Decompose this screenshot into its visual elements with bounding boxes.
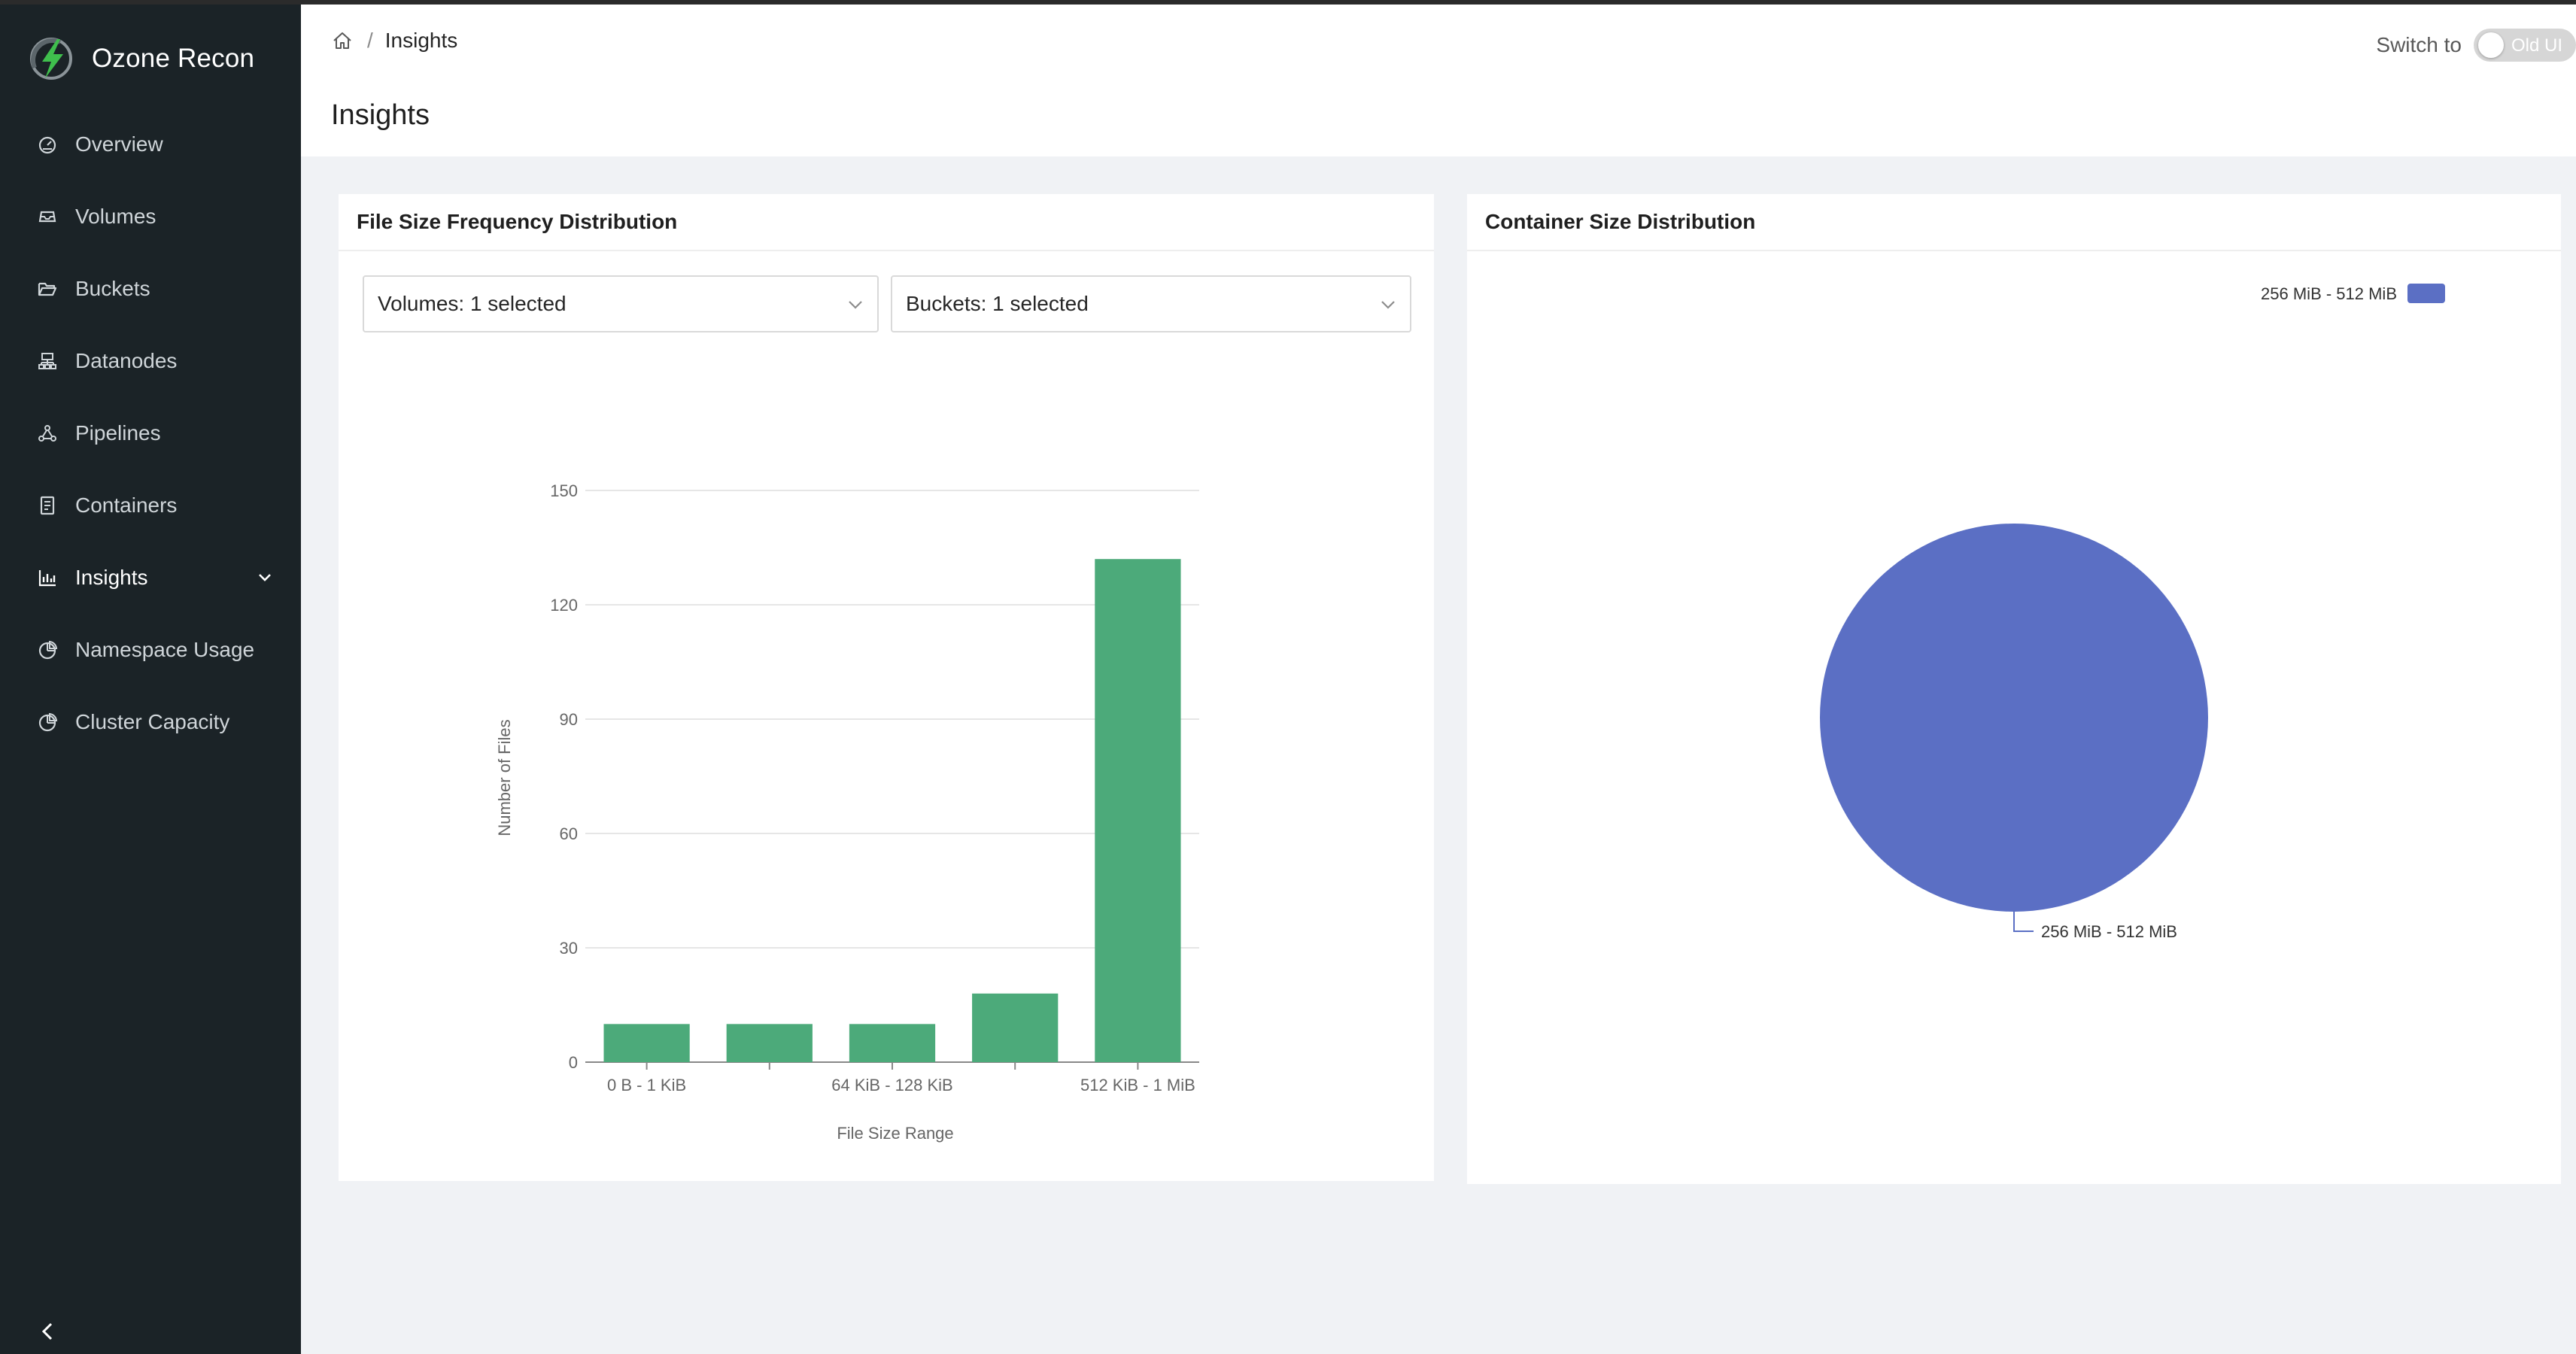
collapse-sidebar-icon[interactable]: [36, 1319, 60, 1343]
x-tick-label: 0 B - 1 KiB: [607, 1076, 686, 1094]
bar: [726, 1024, 813, 1062]
y-tick-label: 0: [569, 1053, 578, 1072]
sidebar-item-containers[interactable]: Containers: [0, 475, 301, 536]
folder-open-icon: [36, 278, 59, 300]
pie-chart-icon: [36, 639, 59, 661]
y-tick-label: 120: [550, 596, 578, 615]
y-tick-label: 150: [550, 481, 578, 500]
sidebar-item-pipelines[interactable]: Pipelines: [0, 403, 301, 463]
chevron-down-icon[interactable]: [256, 568, 274, 586]
container-size-pie-chart: 256 MiB - 512 MiB 256 MiB - 512 MiB: [1820, 284, 2445, 941]
container-size-distribution-card: Container Size Distribution 256 MiB - 51…: [1467, 194, 2561, 1184]
bar-chart-icon: [36, 566, 59, 589]
legend-swatch: [2407, 284, 2445, 303]
volumes-select[interactable]: Volumes: 1 selected: [363, 275, 879, 332]
sidebar-item-datanodes[interactable]: Datanodes: [0, 331, 301, 391]
x-axis-label: File Size Range: [837, 1124, 953, 1143]
dashboard-icon: [36, 133, 59, 156]
chevron-down-icon: [849, 301, 862, 309]
toggle-knob: [2478, 32, 2504, 58]
card-title: File Size Frequency Distribution: [339, 194, 1434, 251]
sidebar-item-label: Volumes: [75, 205, 156, 228]
y-tick-label: 60: [560, 824, 578, 843]
breadcrumb: / Insights: [331, 29, 457, 53]
sidebar-item-cluster-capacity[interactable]: Cluster Capacity: [0, 692, 301, 752]
bar: [972, 993, 1059, 1062]
sidebar-item-namespace-usage[interactable]: Namespace Usage: [0, 620, 301, 680]
switch-label: Switch to: [2376, 33, 2462, 56]
bar: [849, 1024, 936, 1062]
legend-label: 256 MiB - 512 MiB: [2261, 284, 2397, 303]
pie-slice: [1820, 524, 2208, 912]
sidebar-item-label: Containers: [75, 493, 178, 517]
bar: [603, 1024, 690, 1062]
page-title: Insights: [331, 99, 430, 131]
sidebar-item-insights[interactable]: Insights: [0, 548, 301, 608]
sidebar-item-label: Pipelines: [75, 421, 161, 445]
sidebar: Ozone Recon Overview Volumes Buckets Dat…: [0, 5, 301, 1354]
volumes-select-value: Volumes: 1 selected: [378, 292, 567, 315]
page-header: / Insights Insights Switch to Old UI: [301, 5, 2576, 156]
chevron-down-icon: [1381, 301, 1395, 309]
file-size-distribution-card: File Size Frequency Distribution Volumes…: [339, 194, 1434, 1181]
home-icon[interactable]: [331, 29, 354, 52]
buckets-select[interactable]: Buckets: 1 selected: [891, 275, 1411, 332]
pie-chart-icon: [36, 711, 59, 733]
sidebar-item-buckets[interactable]: Buckets: [0, 259, 301, 319]
sidebar-item-overview[interactable]: Overview: [0, 114, 301, 175]
sidebar-item-label: Cluster Capacity: [75, 710, 230, 733]
x-tick-label: 512 KiB - 1 MiB: [1080, 1076, 1195, 1094]
buckets-select-value: Buckets: 1 selected: [906, 292, 1089, 315]
inbox-icon: [36, 205, 59, 228]
toggle-text: Old UI: [2511, 35, 2563, 56]
sidebar-item-label: Insights: [75, 566, 148, 589]
bar: [1095, 559, 1181, 1062]
sidebar-item-label: Buckets: [75, 277, 150, 300]
sidebar-item-label: Namespace Usage: [75, 638, 255, 661]
sidebar-item-volumes[interactable]: Volumes: [0, 187, 301, 247]
old-ui-toggle[interactable]: Old UI: [2474, 29, 2576, 62]
pie-label-line: [2013, 912, 2034, 932]
file-size-bar-chart: 0 30 60 90 120 150 0 B - 1 KiB 64 KiB - 128 KiB…: [495, 481, 1199, 1143]
container-icon: [36, 494, 59, 517]
y-axis-label: Number of Files: [495, 719, 514, 836]
deployment-unit-icon: [36, 422, 59, 445]
y-tick-label: 30: [560, 939, 578, 958]
ozone-logo-icon: [30, 38, 72, 80]
cluster-icon: [36, 350, 59, 372]
y-tick-label: 90: [560, 710, 578, 729]
sidebar-item-label: Datanodes: [75, 349, 178, 372]
sidebar-item-label: Overview: [75, 132, 163, 156]
breadcrumb-separator: /: [367, 29, 373, 52]
ui-switch: Switch to Old UI: [2376, 29, 2576, 62]
x-tick-label: 64 KiB - 128 KiB: [831, 1076, 952, 1094]
app-name: Ozone Recon: [92, 44, 255, 73]
pie-slice-label: 256 MiB - 512 MiB: [2041, 922, 2177, 941]
app-logo[interactable]: Ozone Recon: [27, 35, 254, 83]
breadcrumb-current: Insights: [384, 29, 458, 52]
